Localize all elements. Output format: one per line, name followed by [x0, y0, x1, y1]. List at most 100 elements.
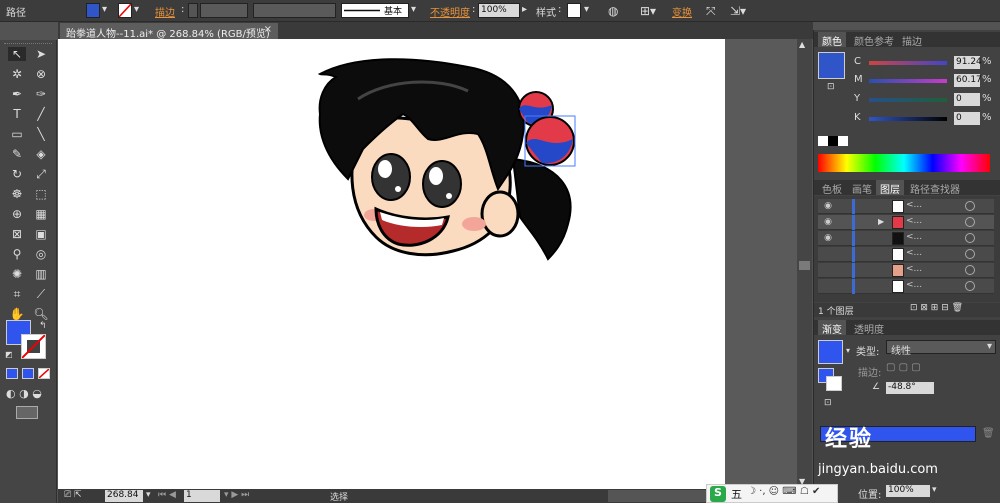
- shape-builder-tool-icon[interactable]: ⊕: [8, 207, 26, 221]
- layer-row[interactable]: <...: [818, 263, 994, 278]
- layer-actions-icons[interactable]: ⊡ ⊠ ⊞ ⊟ 🗑︎: [910, 303, 963, 313]
- color-mode-icon[interactable]: [6, 368, 18, 379]
- tab-stroke[interactable]: 描边: [898, 32, 926, 48]
- eraser-tool-icon[interactable]: ◈: [32, 147, 50, 161]
- opacity-input[interactable]: 100%: [478, 3, 520, 18]
- angle-dropdown-icon[interactable]: ▾: [928, 382, 933, 392]
- stroke-label[interactable]: 描边: [155, 4, 175, 19]
- slider-m-value[interactable]: 60.17: [954, 74, 982, 87]
- arrange-icon[interactable]: ⇲▾: [730, 4, 746, 18]
- gradient-type-select[interactable]: 线性 ▾: [886, 340, 996, 357]
- gradient-preview-dropdown-icon[interactable]: ▾: [846, 346, 850, 355]
- tab-pathfinder[interactable]: 路径查找器: [906, 180, 964, 196]
- layer-name[interactable]: <...: [906, 248, 922, 258]
- type-tool-icon[interactable]: T: [8, 107, 26, 121]
- mesh-tool-icon[interactable]: ⊠: [8, 227, 26, 241]
- delete-stop-icon[interactable]: 🗑︎: [982, 428, 995, 439]
- close-tab-icon[interactable]: ×: [264, 24, 272, 35]
- screen-mode-icon[interactable]: [16, 406, 38, 419]
- slider-k-track[interactable]: [869, 117, 947, 121]
- recolor-icon[interactable]: ◍: [608, 4, 618, 18]
- tab-color-guide[interactable]: 颜色参考: [850, 32, 898, 48]
- gradient-angle-input[interactable]: -48.8°: [886, 382, 934, 394]
- slider-m[interactable]: M 60.17 %: [814, 74, 1000, 88]
- stroke-gradient-mode-icons[interactable]: ▢ ▢ ▢: [886, 362, 921, 373]
- style-dropdown-icon[interactable]: ▾: [584, 4, 589, 15]
- tab-transparency[interactable]: 透明度: [850, 320, 888, 336]
- none-mode-icon[interactable]: [38, 368, 50, 379]
- selection-tool-icon[interactable]: ↖: [8, 47, 26, 61]
- tab-layers[interactable]: 图层: [876, 180, 904, 196]
- swap-colors-icon[interactable]: ↰: [39, 321, 47, 331]
- slider-y-value[interactable]: 0: [954, 93, 980, 106]
- toolbar-grip[interactable]: [4, 43, 52, 46]
- slider-k-value[interactable]: 0: [954, 112, 980, 125]
- slice-tool-icon[interactable]: ⟋: [32, 287, 50, 301]
- slider-y-track[interactable]: [869, 98, 947, 102]
- line-tool-icon[interactable]: ╱: [32, 107, 50, 121]
- color-spectrum[interactable]: [818, 154, 990, 172]
- scroll-thumb[interactable]: [799, 261, 810, 270]
- stroke-profile-select[interactable]: 基本: [341, 3, 409, 18]
- slider-k[interactable]: K 0 %: [814, 112, 1000, 126]
- artboard[interactable]: [58, 39, 725, 489]
- artboard-nav-icon[interactable]: ⎚ ⇱: [64, 490, 82, 500]
- character-illustration[interactable]: [58, 39, 725, 489]
- free-transform-tool-icon[interactable]: ⬚: [32, 187, 50, 201]
- eye-icon[interactable]: ◉: [822, 217, 834, 228]
- isolate-icon[interactable]: ⤧: [706, 4, 716, 19]
- symbol-sprayer-tool-icon[interactable]: ✺: [8, 267, 26, 281]
- layer-row[interactable]: ◉ <...: [818, 231, 994, 246]
- target-icon[interactable]: [965, 249, 975, 259]
- column-graph-tool-icon[interactable]: ▥: [32, 267, 50, 281]
- transform-link[interactable]: 变换: [672, 4, 692, 19]
- stroke-dropdown-icon[interactable]: ▾: [134, 4, 139, 15]
- drawing-mode-icons[interactable]: ◐ ◑ ◒: [6, 387, 42, 400]
- layer-name[interactable]: <...: [906, 280, 922, 290]
- page-input[interactable]: 1: [184, 490, 220, 502]
- first-artboard-icon[interactable]: ⏮ ◀: [158, 490, 176, 500]
- gradient-slider-bar[interactable]: 经验: [820, 426, 976, 452]
- slider-c[interactable]: C 91.24 %: [814, 56, 1000, 70]
- artboard-tool-icon[interactable]: ⌗: [8, 287, 26, 301]
- position-dropdown-icon[interactable]: ▾: [932, 485, 937, 495]
- layer-name[interactable]: <...: [906, 200, 922, 210]
- tab-gradient[interactable]: 渐变: [818, 320, 846, 336]
- target-icon[interactable]: [965, 201, 975, 211]
- lasso-tool-icon[interactable]: ⊗: [32, 67, 50, 81]
- gradient-tool-icon[interactable]: ▣: [32, 227, 50, 241]
- ime-mode-label[interactable]: 五: [731, 486, 742, 502]
- tool-status-label[interactable]: 选择: [330, 490, 348, 503]
- eyedropper-tool-icon[interactable]: ⚲: [8, 247, 26, 261]
- slider-m-track[interactable]: [869, 79, 947, 83]
- pencil-tool-icon[interactable]: ✎: [8, 147, 26, 161]
- target-icon[interactable]: [965, 265, 975, 275]
- layer-row[interactable]: ◉ <...: [818, 199, 994, 214]
- layer-name[interactable]: <...: [906, 216, 922, 226]
- opacity-label[interactable]: 不透明度: [430, 4, 470, 19]
- layers-list[interactable]: ◉ <... ◉ ▶ <... ◉ <... <... <... <...: [814, 196, 1000, 302]
- target-icon[interactable]: [965, 281, 975, 291]
- blend-tool-icon[interactable]: ◎: [32, 247, 50, 261]
- gradient-mode-icon[interactable]: [22, 368, 34, 379]
- tab-color[interactable]: 颜色: [818, 32, 846, 48]
- expand-icon[interactable]: ▶: [878, 217, 884, 226]
- ime-tool-icons[interactable]: ☽ ·, ☺ ⌨ ☖ ✔: [747, 486, 820, 497]
- zoom-dropdown-icon[interactable]: ▾: [146, 490, 151, 500]
- stroke-weight-stepper[interactable]: [188, 3, 198, 18]
- next-artboard-icon[interactable]: ▾ ▶ ⏭: [224, 490, 249, 500]
- fill-dropdown-icon[interactable]: ▾: [102, 4, 107, 15]
- tab-swatches[interactable]: 色板: [818, 180, 846, 196]
- tab-brushes[interactable]: 画笔: [848, 180, 876, 196]
- none-black-white-swatches[interactable]: [818, 136, 848, 146]
- slider-y[interactable]: Y 0 %: [814, 93, 1000, 107]
- layer-name[interactable]: <...: [906, 232, 922, 242]
- fill-swatch[interactable]: [86, 3, 100, 18]
- scale-tool-icon[interactable]: ⤢: [32, 167, 50, 181]
- eye-icon[interactable]: ◉: [822, 233, 834, 244]
- scroll-up-icon[interactable]: ▲: [799, 40, 805, 49]
- variable-width-select[interactable]: [253, 3, 336, 18]
- layer-name[interactable]: <...: [906, 264, 922, 274]
- graphic-style-swatch[interactable]: [567, 3, 581, 18]
- paintbrush-tool-icon[interactable]: ╲: [32, 127, 50, 141]
